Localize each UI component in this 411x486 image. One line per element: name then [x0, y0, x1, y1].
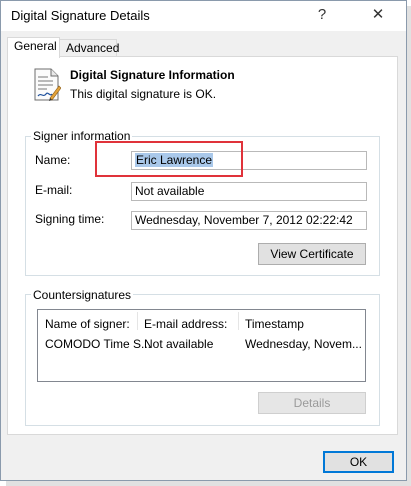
window-shadow-bottom	[6, 481, 411, 486]
signing-time-field[interactable]: Wednesday, November 7, 2012 02:22:42	[131, 211, 367, 230]
row-email[interactable]: Not available	[144, 337, 213, 351]
tab-advanced[interactable]: Advanced	[59, 39, 119, 57]
tab-general[interactable]: General	[7, 37, 60, 58]
row-signer-name[interactable]: COMODO Time S...	[45, 337, 151, 351]
email-field[interactable]: Not available	[131, 182, 367, 201]
column-header-timestamp[interactable]: Timestamp	[245, 317, 304, 331]
countersignatures-list[interactable]: Name of signer: E-mail address: Timestam…	[37, 309, 366, 382]
column-separator[interactable]	[238, 312, 239, 330]
document-signature-icon	[34, 68, 61, 101]
email-label: E-mail:	[35, 183, 73, 197]
signing-time-label: Signing time:	[35, 212, 105, 226]
column-header-name[interactable]: Name of signer:	[45, 317, 130, 331]
help-button[interactable]: ?	[307, 4, 337, 26]
view-certificate-button[interactable]: View Certificate	[258, 243, 366, 265]
ok-button[interactable]: OK	[323, 451, 394, 473]
window-title: Digital Signature Details	[11, 8, 150, 23]
close-button[interactable]: ✕	[363, 4, 393, 26]
window-shadow-right	[407, 6, 411, 484]
row-timestamp[interactable]: Wednesday, Novem...	[245, 337, 362, 351]
details-button[interactable]: Details	[258, 392, 366, 414]
countersignatures-legend: Countersignatures	[31, 288, 134, 302]
highlight-annotation	[95, 141, 243, 177]
column-header-email[interactable]: E-mail address:	[144, 317, 227, 331]
info-title: Digital Signature Information	[70, 68, 235, 82]
column-separator[interactable]	[137, 312, 138, 330]
name-label: Name:	[35, 153, 71, 167]
signature-status: This digital signature is OK.	[70, 87, 217, 101]
title-bar[interactable]: Digital Signature Details ? ✕	[1, 1, 406, 31]
